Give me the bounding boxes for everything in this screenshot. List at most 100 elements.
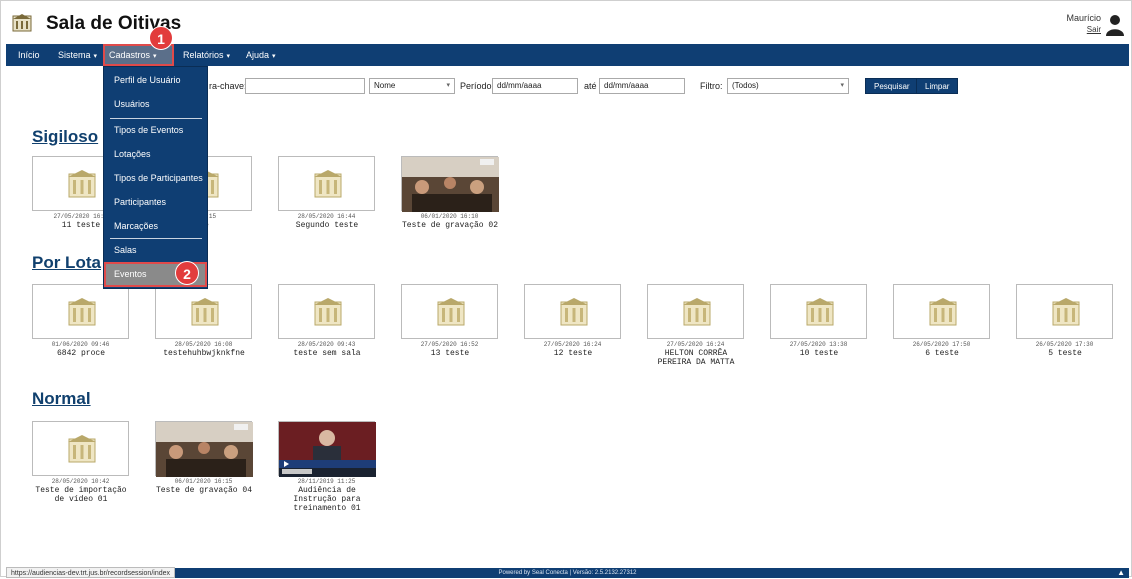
chevron-down-icon: ▾ [840, 82, 844, 89]
court-emblem-icon [191, 298, 219, 326]
clear-button[interactable]: Limpar [916, 78, 959, 94]
video-frame-icon [402, 157, 499, 212]
recording-thumbnail[interactable] [32, 284, 129, 339]
recording-thumbnail[interactable] [278, 421, 376, 477]
user-name: Maurício [1066, 13, 1101, 23]
nav-relatorios-label: Relatórios [183, 50, 224, 60]
recording-thumbnail[interactable] [401, 156, 499, 212]
recording-thumbnail[interactable] [770, 284, 867, 339]
menu-item-marcacoes[interactable]: Marcações [104, 215, 207, 237]
recording-name[interactable]: HELTON CORRÊA PEREIRA DA MATTA [646, 349, 746, 367]
cadastros-dropdown-menu: Perfil de Usuário Usuários Tipos de Even… [103, 66, 208, 289]
recording-name[interactable]: 12 teste [523, 349, 623, 358]
recording-date: 27/05/2020 16:24 [666, 341, 725, 348]
nav-cadastros-label: Cadastros [109, 50, 151, 60]
court-emblem-icon [437, 298, 465, 326]
menu-item-participantes[interactable]: Participantes [104, 191, 207, 213]
recording-thumbnail[interactable] [893, 284, 990, 339]
recording-thumbnail[interactable] [401, 284, 498, 339]
court-emblem-icon [68, 298, 96, 326]
menu-item-salas[interactable]: Salas [104, 239, 207, 261]
recording-date: 27/05/2020 16:52 [420, 341, 479, 348]
logout-link[interactable]: Sair [1087, 25, 1101, 34]
section-title-sigiloso[interactable]: Sigiloso [32, 127, 98, 147]
nav-inicio-label: Início [18, 50, 40, 60]
user-avatar-icon[interactable] [1105, 14, 1125, 36]
keyword-input[interactable] [245, 78, 365, 94]
recording-name[interactable]: Teste de importação de vídeo 01 [31, 486, 131, 504]
recording-date: 06/01/2020 16:15 [174, 478, 233, 485]
recording-date: 01/06/2020 09:46 [51, 341, 110, 348]
recording-thumbnail[interactable] [32, 421, 129, 476]
recording-date: 28/11/2019 11:25 [297, 478, 356, 485]
menu-item-perfil-usuario[interactable]: Perfil de Usuário [104, 69, 207, 91]
court-emblem-icon [929, 298, 957, 326]
recording-name[interactable]: 13 teste [400, 349, 500, 358]
video-frame-icon [279, 422, 376, 477]
recording-thumbnail[interactable] [155, 284, 252, 339]
court-emblem-icon [560, 298, 588, 326]
recording-name[interactable]: 6 teste [892, 349, 992, 358]
recording-name[interactable]: Segundo teste [277, 221, 377, 230]
browser-status-url: https://audiencias-dev.trt.jus.br/record… [6, 567, 176, 578]
app-header: Sala de Oitivas Maurício Sair [6, 5, 1129, 41]
recording-name[interactable]: Teste de gravação 02 [400, 221, 500, 230]
recording-thumbnail[interactable] [278, 284, 375, 339]
section-title-normal[interactable]: Normal [32, 389, 91, 409]
field-select[interactable]: Nome ▾ [369, 78, 455, 94]
chevron-down-icon: ▾ [272, 53, 276, 60]
court-emblem-icon [683, 298, 711, 326]
recording-thumbnail[interactable] [647, 284, 744, 339]
menu-item-tipos-participantes[interactable]: Tipos de Participantes [104, 167, 207, 189]
search-button[interactable]: Pesquisar [865, 78, 919, 94]
court-emblem-icon [314, 298, 342, 326]
nav-relatorios[interactable]: Relatórios ▾ [177, 44, 236, 66]
recording-date: 26/05/2020 17:50 [912, 341, 971, 348]
recording-date: 06/01/2020 16:10 [420, 213, 479, 220]
browser-viewport: Sala de Oitivas Maurício Sair Início Sis… [0, 0, 1132, 578]
keyword-label: ra-chave: [209, 81, 247, 91]
recording-date: 27/05/2020 16:24 [543, 341, 602, 348]
nav-sistema[interactable]: Sistema ▾ [52, 44, 103, 66]
recording-date: 28/05/2020 16:44 [297, 213, 356, 220]
menu-item-lotacoes[interactable]: Lotações [104, 143, 207, 165]
recording-thumbnail[interactable] [524, 284, 621, 339]
date-to-input[interactable]: dd/mm/aaaa [599, 78, 685, 94]
chevron-down-icon: ▾ [93, 53, 98, 60]
nav-inicio[interactable]: Início [12, 44, 46, 66]
nav-ajuda[interactable]: Ajuda ▾ [240, 44, 282, 66]
recording-name[interactable]: 6842 proce [31, 349, 131, 358]
recording-thumbnail[interactable] [155, 421, 253, 477]
menu-item-tipos-eventos[interactable]: Tipos de Eventos [104, 119, 207, 141]
recording-name[interactable]: teste sem sala [277, 349, 377, 358]
date-from-input[interactable]: dd/mm/aaaa [492, 78, 578, 94]
video-frame-icon [156, 422, 253, 477]
step-badge-2: 2 [175, 261, 199, 285]
menu-item-usuarios[interactable]: Usuários [104, 93, 207, 115]
period-label: Período: [460, 81, 495, 91]
nav-ajuda-label: Ajuda [246, 50, 270, 60]
field-select-value: Nome [374, 81, 396, 90]
recording-thumbnail[interactable] [278, 156, 375, 211]
recording-date: 28/05/2020 16:08 [174, 341, 233, 348]
recording-date: 26/05/2020 17:30 [1035, 341, 1094, 348]
filter-select-value: (Todos) [732, 81, 759, 90]
until-label: até [584, 81, 597, 91]
court-emblem-icon [314, 170, 342, 198]
court-emblem-icon [1052, 298, 1080, 326]
filter-select[interactable]: (Todos) ▾ [727, 78, 849, 94]
court-emblem-icon [806, 298, 834, 326]
chevron-down-icon: ▾ [446, 82, 450, 89]
recording-name[interactable]: testehuhbwjknkfne [154, 349, 254, 358]
recording-name[interactable]: Teste de gravação 04 [154, 486, 254, 495]
court-emblem-icon [12, 14, 32, 32]
court-emblem-icon [68, 170, 96, 198]
recording-name[interactable]: Audiência de Instrução para treinamento … [277, 486, 377, 513]
section-title-lotacao[interactable]: Por Lota [32, 253, 101, 273]
court-emblem-icon [68, 435, 96, 463]
chevron-down-icon: ▾ [226, 53, 231, 60]
recording-thumbnail[interactable] [1016, 284, 1113, 339]
recording-name[interactable]: 5 teste [1015, 349, 1115, 358]
recording-name[interactable]: 10 teste [769, 349, 869, 358]
step-badge-1: 1 [149, 26, 173, 50]
